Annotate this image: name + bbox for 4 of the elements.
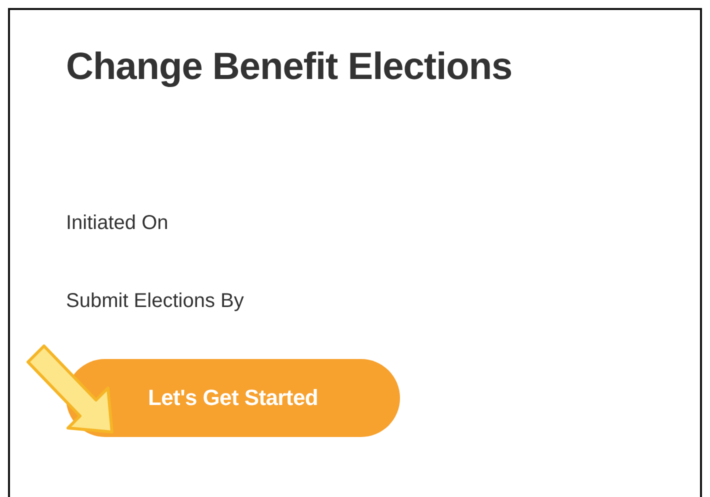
get-started-button[interactable]: Let's Get Started	[66, 359, 400, 437]
field-label: Initiated On	[66, 211, 170, 235]
field-label: Submit Elections By	[66, 289, 245, 313]
page-title: Change Benefit Elections	[66, 46, 514, 89]
